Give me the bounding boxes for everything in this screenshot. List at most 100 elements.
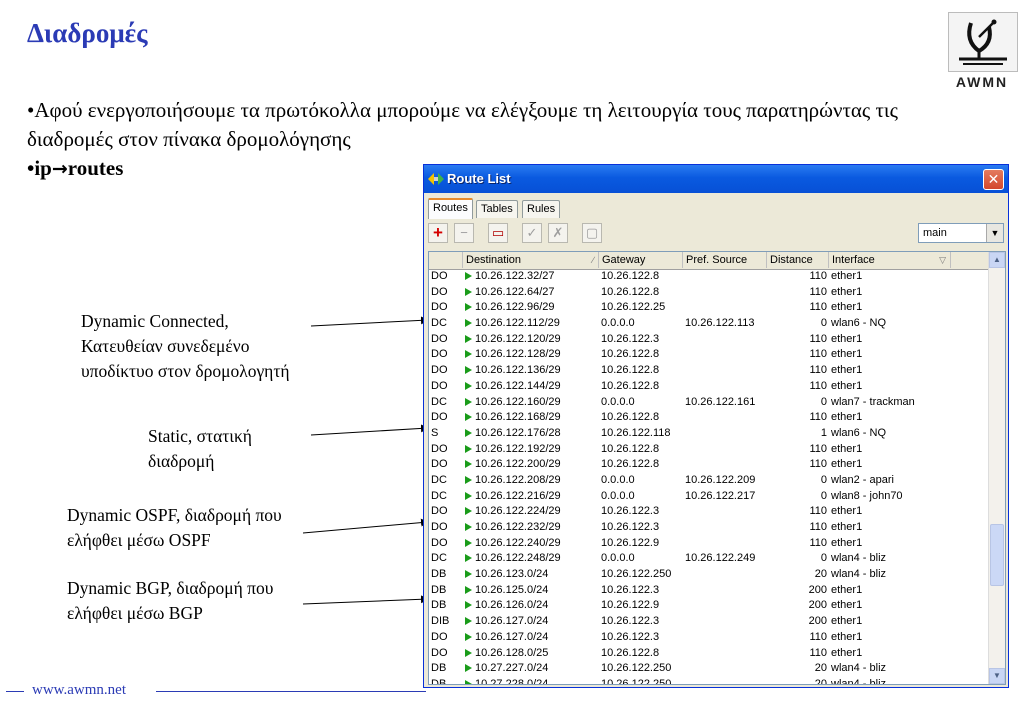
vertical-scrollbar[interactable]: ▲ ▼ bbox=[988, 252, 1005, 684]
route-pref-source bbox=[685, 504, 767, 520]
table-row[interactable]: DC 10.26.122.208/29 0.0.0.0 10.26.122.209 0 w… bbox=[429, 473, 989, 489]
route-pref-source: 10.26.122.113 bbox=[685, 317, 755, 330]
close-button[interactable]: ✕ bbox=[983, 169, 1004, 190]
route-gateway: 10.26.122.118 bbox=[601, 426, 671, 439]
column-destination[interactable]: Destination ∕ bbox=[463, 252, 599, 268]
route-distance: 110 bbox=[809, 536, 827, 549]
route-destination-cell: 10.26.122.200/29 bbox=[465, 457, 597, 473]
table-row[interactable]: DC 10.26.122.248/29 0.0.0.0 10.26.122.249 0 w… bbox=[429, 551, 989, 567]
route-interface: ether1 bbox=[831, 615, 863, 628]
route-active-icon bbox=[465, 428, 472, 437]
route-interface: ether1 bbox=[831, 646, 863, 659]
route-gateway: 10.26.122.250 bbox=[601, 662, 672, 675]
tab-routes[interactable]: Routes bbox=[428, 198, 473, 219]
route-distance: 110 bbox=[809, 379, 827, 392]
scroll-up-icon[interactable]: ▲ bbox=[989, 252, 1005, 268]
table-row[interactable]: DO 10.26.122.32/27 10.26.122.8 110 ether1 bbox=[429, 269, 989, 285]
table-row[interactable]: DO 10.26.128.0/25 10.26.122.8 110 ether1 bbox=[429, 646, 989, 662]
column-pref-source[interactable]: Pref. Source bbox=[683, 252, 767, 268]
route-gateway: 10.26.122.25 bbox=[601, 301, 666, 314]
route-interface: wlan4 - bliz bbox=[831, 677, 887, 685]
comment-route-button[interactable]: ▢ bbox=[582, 223, 602, 243]
route-active-icon bbox=[465, 664, 472, 673]
route-destination-cell: 10.26.125.0/24 bbox=[465, 583, 597, 599]
remove-route-button[interactable]: − bbox=[454, 223, 474, 243]
route-active-icon bbox=[465, 475, 472, 484]
route-distance: 0 bbox=[820, 473, 827, 486]
table-row[interactable]: DB 10.26.125.0/24 10.26.122.3 200 ether1 bbox=[429, 583, 989, 599]
table-row[interactable]: DB 10.26.126.0/24 10.26.122.9 200 ether1 bbox=[429, 598, 989, 614]
table-row[interactable]: DO 10.26.122.96/29 10.26.122.25 110 ether1 bbox=[429, 300, 989, 316]
table-row[interactable]: DB 10.26.123.0/24 10.26.122.250 20 wlan4 - b… bbox=[429, 567, 989, 583]
route-destination-cell: 10.26.128.0/25 bbox=[465, 646, 597, 662]
route-gateway: 10.26.122.3 bbox=[601, 583, 660, 596]
table-row[interactable]: DO 10.26.122.136/29 10.26.122.8 110 ether1 bbox=[429, 363, 989, 379]
table-row[interactable]: DO 10.26.122.120/29 10.26.122.3 110 ether1 bbox=[429, 332, 989, 348]
table-row[interactable]: DO 10.26.122.200/29 10.26.122.8 110 ether1 bbox=[429, 457, 989, 473]
table-row[interactable]: DC 10.26.122.216/29 0.0.0.0 10.26.122.217 0 w… bbox=[429, 489, 989, 505]
scrollbar-thumb[interactable] bbox=[990, 524, 1004, 586]
tab-tables[interactable]: Tables bbox=[476, 200, 518, 218]
route-gateway: 10.26.122.250 bbox=[601, 677, 672, 685]
route-gateway: 10.26.122.8 bbox=[601, 348, 660, 361]
routing-table-select[interactable]: main ▼ bbox=[918, 223, 1004, 243]
route-interface: ether1 bbox=[831, 521, 863, 533]
table-row[interactable]: DO 10.26.122.192/29 10.26.122.8 110 ether1 bbox=[429, 442, 989, 458]
route-distance: 200 bbox=[808, 615, 827, 628]
route-interface: ether1 bbox=[831, 364, 863, 377]
route-distance: 20 bbox=[814, 662, 827, 675]
route-flags: DO bbox=[431, 458, 448, 471]
chevron-down-icon[interactable]: ▼ bbox=[986, 224, 1003, 242]
route-destination-cell: 10.27.227.0/24 bbox=[465, 661, 597, 677]
disable-route-button[interactable]: ✗ bbox=[548, 223, 568, 243]
route-flags: DB bbox=[431, 583, 447, 596]
route-pref-source bbox=[685, 285, 767, 301]
route-destination: 10.26.125.0/24 bbox=[475, 583, 549, 596]
table-row[interactable]: DO 10.26.127.0/24 10.26.122.3 110 ether1 bbox=[429, 630, 989, 646]
route-interface: ether1 bbox=[831, 285, 863, 298]
column-distance[interactable]: Distance bbox=[767, 252, 829, 268]
route-interface: ether1 bbox=[831, 348, 863, 361]
tab-rules[interactable]: Rules bbox=[522, 200, 561, 218]
route-active-icon bbox=[465, 303, 472, 312]
window-titlebar[interactable]: Route List ✕ bbox=[424, 165, 1008, 193]
route-flags: DO bbox=[431, 411, 448, 424]
scroll-down-icon[interactable]: ▼ bbox=[989, 668, 1005, 684]
route-active-icon bbox=[465, 632, 472, 641]
table-row[interactable]: DIB 10.26.127.0/24 10.26.122.3 200 ether1 bbox=[429, 614, 989, 630]
route-active-icon bbox=[465, 585, 472, 594]
route-gateway: 10.26.122.8 bbox=[601, 411, 660, 424]
table-row[interactable]: DO 10.26.122.232/29 10.26.122.3 110 ether1 bbox=[429, 520, 989, 536]
route-destination: 10.26.122.176/28 bbox=[475, 426, 561, 439]
column-gateway[interactable]: Gateway bbox=[599, 252, 683, 268]
table-row[interactable]: S 10.26.122.176/28 10.26.122.118 1 wlan6 - N… bbox=[429, 426, 989, 442]
route-interface: ether1 bbox=[831, 458, 863, 471]
table-row[interactable]: DC 10.26.122.112/29 0.0.0.0 10.26.122.113 0 w… bbox=[429, 316, 989, 332]
table-row[interactable]: DO 10.26.122.128/29 10.26.122.8 110 ether1 bbox=[429, 347, 989, 363]
table-row[interactable]: DO 10.26.122.168/29 10.26.122.8 110 ether1 bbox=[429, 410, 989, 426]
table-row[interactable]: DO 10.26.122.240/29 10.26.122.9 110 ether1 bbox=[429, 536, 989, 552]
route-interface: ether1 bbox=[831, 301, 863, 314]
route-flags: DC bbox=[431, 395, 447, 408]
column-interface[interactable]: Interface ▽ bbox=[829, 252, 951, 268]
add-route-button[interactable]: + bbox=[428, 223, 448, 243]
route-flags: DB bbox=[431, 662, 447, 675]
route-flags: DO bbox=[431, 270, 448, 282]
table-row[interactable]: DB 10.27.228.0/24 10.26.122.250 20 wlan4 - b… bbox=[429, 677, 989, 685]
route-active-icon bbox=[465, 648, 472, 657]
route-pref-source bbox=[685, 677, 767, 684]
table-row[interactable]: DO 10.26.122.144/29 10.26.122.8 110 ether1 bbox=[429, 379, 989, 395]
table-row[interactable]: DC 10.26.122.160/29 0.0.0.0 10.26.122.161 0 w… bbox=[429, 395, 989, 411]
sort-indicator-icon: ∕ bbox=[592, 255, 594, 265]
route-table: Destination ∕ Gateway Pref. Source Distan… bbox=[428, 251, 1006, 685]
route-interface: ether1 bbox=[831, 332, 863, 345]
route-flags: DO bbox=[431, 442, 448, 455]
column-flags[interactable] bbox=[429, 252, 463, 268]
table-row[interactable]: DB 10.27.227.0/24 10.26.122.250 20 wlan4 - b… bbox=[429, 661, 989, 677]
edit-route-button[interactable]: ▭ bbox=[488, 223, 508, 243]
route-flags: DC bbox=[431, 317, 447, 330]
route-gateway: 0.0.0.0 bbox=[601, 552, 635, 565]
table-row[interactable]: DO 10.26.122.64/27 10.26.122.8 110 ether1 bbox=[429, 285, 989, 301]
enable-route-button[interactable]: ✓ bbox=[522, 223, 542, 243]
table-row[interactable]: DO 10.26.122.224/29 10.26.122.3 110 ether1 bbox=[429, 504, 989, 520]
